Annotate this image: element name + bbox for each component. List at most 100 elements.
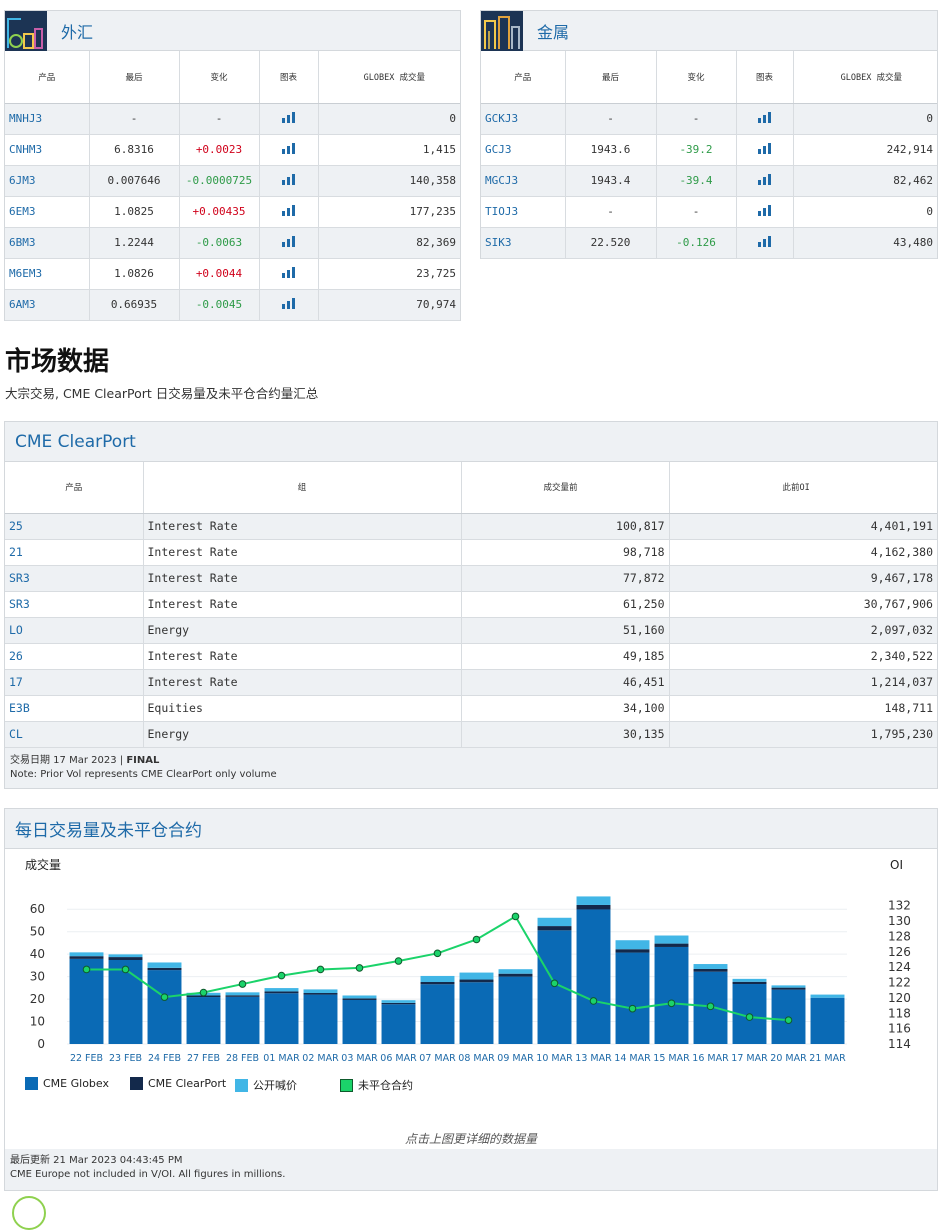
table-row[interactable]: M6EM3 1.0826 +0.0044 23,725 — [5, 258, 460, 290]
clearport-bar[interactable] — [147, 967, 182, 971]
table-row[interactable]: CL Energy 30,135 1,795,230 — [5, 721, 937, 748]
open-interest-point[interactable] — [745, 1013, 754, 1021]
chart-icon[interactable] — [282, 235, 295, 247]
open-interest-point[interactable] — [784, 1016, 793, 1024]
product-link[interactable]: E3B — [5, 695, 144, 722]
chart-icon[interactable] — [758, 111, 771, 123]
open-outcry-bar[interactable] — [420, 975, 455, 983]
symbol-link[interactable]: CNHM3 — [5, 134, 90, 166]
clearport-bar[interactable] — [303, 993, 338, 995]
globex-bar[interactable] — [264, 993, 299, 1044]
symbol-link[interactable]: M6EM3 — [5, 258, 90, 290]
table-row[interactable]: 25 Interest Rate 100,817 4,401,191 — [5, 513, 937, 540]
chart-click-hint[interactable]: 点击上图更详细的数据量 — [5, 1130, 937, 1147]
open-outcry-bar[interactable] — [693, 964, 728, 969]
legend-clearport[interactable]: CME ClearPort — [130, 1077, 226, 1090]
open-outcry-bar[interactable] — [810, 994, 845, 998]
open-interest-point[interactable] — [394, 957, 403, 965]
globex-bar[interactable] — [186, 997, 221, 1044]
clearport-bar[interactable] — [420, 982, 455, 985]
table-row[interactable]: SR3 Interest Rate 61,250 30,767,906 — [5, 591, 937, 618]
globex-bar[interactable] — [420, 984, 455, 1044]
table-row[interactable]: 21 Interest Rate 98,718 4,162,380 — [5, 539, 937, 566]
globex-bar[interactable] — [303, 994, 338, 1044]
symbol-link[interactable]: 6EM3 — [5, 196, 90, 228]
globex-bar[interactable] — [810, 997, 845, 1044]
open-outcry-bar[interactable] — [303, 989, 338, 994]
product-link[interactable]: LO — [5, 617, 144, 644]
table-row[interactable]: MNHJ3- -0 — [5, 103, 460, 135]
table-row[interactable]: LO Energy 51,160 2,097,032 — [5, 617, 937, 644]
table-row[interactable]: 17 Interest Rate 46,451 1,214,037 — [5, 669, 937, 696]
symbol-link[interactable]: GCJ3 — [481, 134, 566, 166]
chart-cell[interactable] — [736, 227, 794, 259]
open-outcry-bar[interactable] — [69, 952, 104, 957]
open-outcry-bar[interactable] — [264, 988, 299, 992]
clearport-bar[interactable] — [654, 943, 689, 947]
table-row[interactable]: 6JM3 0.007646 -0.0000725 140,358 — [5, 165, 460, 197]
globex-bar[interactable] — [615, 952, 650, 1044]
open-interest-point[interactable] — [550, 979, 559, 988]
open-outcry-bar[interactable] — [342, 995, 377, 999]
product-link[interactable]: 21 — [5, 539, 144, 566]
open-outcry-bar[interactable] — [381, 1000, 416, 1003]
open-interest-point[interactable] — [355, 964, 364, 972]
clearport-bar[interactable] — [459, 979, 494, 983]
chart-icon[interactable] — [282, 297, 295, 309]
table-row[interactable]: TIOJ3- -0 — [481, 196, 937, 228]
chart-icon[interactable] — [758, 235, 771, 247]
open-interest-point[interactable] — [238, 980, 247, 988]
open-interest-point[interactable] — [667, 999, 676, 1008]
globex-bar[interactable] — [654, 946, 689, 1044]
clearport-bar[interactable] — [381, 1002, 416, 1005]
globex-bar[interactable] — [381, 1004, 416, 1044]
open-outcry-bar[interactable] — [771, 985, 806, 988]
open-outcry-bar[interactable] — [732, 978, 767, 982]
open-interest-point[interactable] — [82, 965, 91, 974]
clearport-bar[interactable] — [342, 998, 377, 1000]
open-interest-point[interactable] — [589, 997, 598, 1005]
symbol-link[interactable]: GCKJ3 — [481, 103, 566, 135]
globex-bar[interactable] — [342, 999, 377, 1044]
volume-oi-chart[interactable]: 成交量 OI 0 10 20 30 40 50 60 114116 118120122 124126 1… — [5, 850, 937, 1150]
clearport-bar[interactable] — [615, 949, 650, 953]
open-outcry-bar[interactable] — [537, 917, 572, 927]
table-row[interactable]: 26 Interest Rate 49,185 2,340,522 — [5, 643, 937, 670]
product-link[interactable]: 25 — [5, 513, 144, 540]
symbol-link[interactable]: 6JM3 — [5, 165, 90, 197]
table-row[interactable]: MGCJ3 1943.4 -39.4 82,462 — [481, 165, 937, 197]
open-interest-point[interactable] — [199, 988, 208, 997]
globex-bar[interactable] — [225, 996, 260, 1044]
open-interest-point[interactable] — [628, 1004, 637, 1013]
chart-cell[interactable] — [736, 196, 794, 228]
open-outcry-bar[interactable] — [459, 972, 494, 980]
globex-bar[interactable] — [537, 930, 572, 1044]
open-outcry-bar[interactable] — [225, 992, 260, 996]
chart-icon[interactable] — [282, 111, 295, 123]
chart-icon[interactable] — [282, 142, 295, 154]
product-link[interactable]: 26 — [5, 643, 144, 670]
table-row[interactable]: GCKJ3- -0 — [481, 103, 937, 135]
chart-cell[interactable] — [259, 103, 319, 135]
open-outcry-bar[interactable] — [108, 954, 143, 958]
globex-bar[interactable] — [459, 982, 494, 1044]
symbol-link[interactable]: MNHJ3 — [5, 103, 90, 135]
open-interest-point[interactable] — [706, 1002, 715, 1011]
chart-cell[interactable] — [259, 289, 319, 321]
open-outcry-bar[interactable] — [147, 962, 182, 968]
chart-icon[interactable] — [282, 266, 295, 278]
table-row[interactable]: GCJ3 1943.6 -39.2 242,914 — [481, 134, 937, 166]
clearport-bar[interactable] — [498, 973, 533, 977]
table-row[interactable]: E3B Equities 34,100 148,711 — [5, 695, 937, 722]
open-interest-point[interactable] — [160, 993, 169, 1001]
open-outcry-bar[interactable] — [615, 940, 650, 950]
open-interest-point[interactable] — [121, 965, 130, 974]
product-link[interactable]: CL — [5, 721, 144, 748]
chart-icon[interactable] — [758, 142, 771, 154]
chart-icon[interactable] — [758, 173, 771, 185]
chart-icon[interactable] — [758, 204, 771, 216]
chart-icon[interactable] — [282, 204, 295, 216]
clearport-bar[interactable] — [732, 981, 767, 985]
clearport-bar[interactable] — [771, 987, 806, 990]
open-outcry-bar[interactable] — [498, 969, 533, 974]
